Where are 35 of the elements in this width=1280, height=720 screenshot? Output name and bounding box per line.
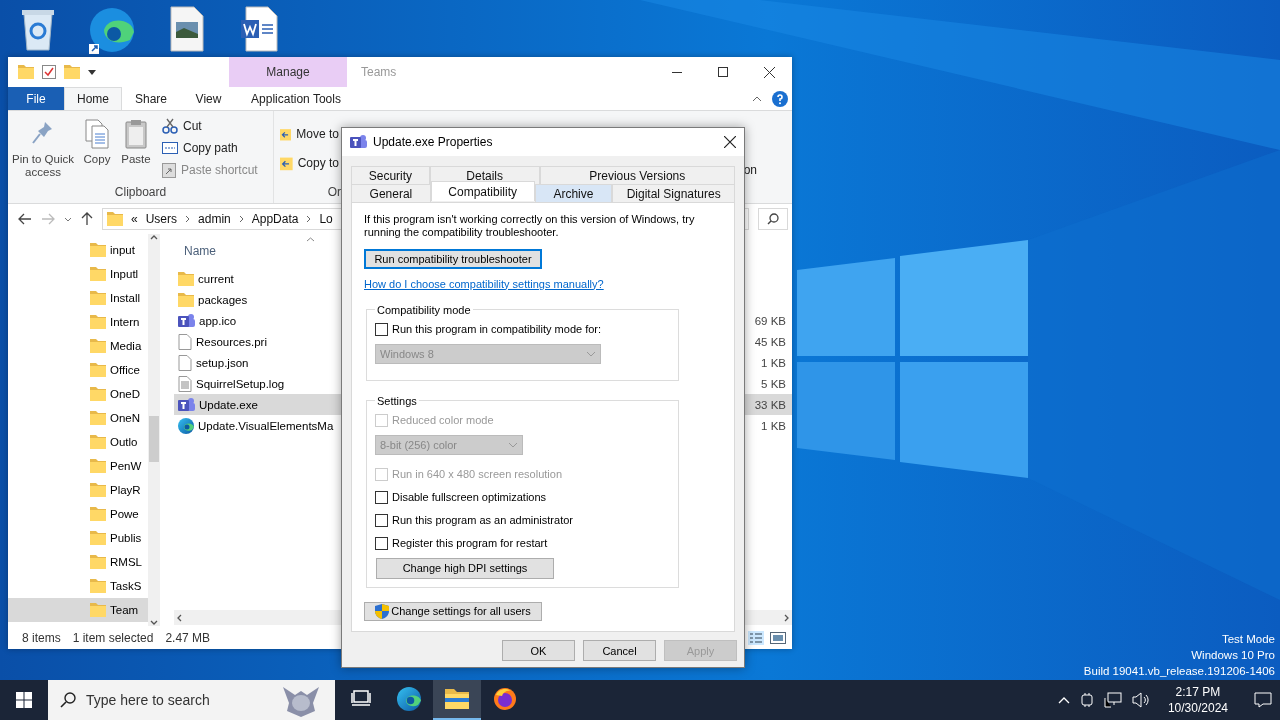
file-name: Update.VisualElementsMa (198, 419, 334, 432)
file-name: current (198, 272, 234, 285)
file-name: app.ico (199, 314, 237, 327)
file-name: Resources.pri (196, 335, 267, 348)
group-label: Or (326, 185, 341, 201)
group-label: Compatibility mode (376, 303, 472, 316)
status-text: 8 items (22, 630, 61, 645)
os-info-text: Build 19041.vb_release.191206-1406 (1083, 664, 1275, 679)
intro-text: If this program isn't working correctly on this version of Windows, try running the compatibility troubleshooter. (364, 213, 696, 239)
checkbox-label: Reduced color mode (392, 414, 494, 427)
checkbox-label: Run this program in compatibility mode for: (392, 323, 602, 336)
file-size: 5 KB (761, 377, 786, 390)
status-text: 1 item selected (72, 630, 154, 645)
os-info-text: Test Mode (1220, 632, 1275, 647)
file-name: Update.exe (199, 398, 258, 411)
dialog-title: Update.exe Properties (373, 135, 493, 149)
checkbox-label: Disable fullscreen optimizations (392, 491, 547, 504)
contextual-tab-header: Manage (229, 57, 347, 87)
group-label: Clipboard (113, 185, 168, 201)
file-size: 45 KB (754, 335, 786, 348)
os-info-text: Windows 10 Pro (1190, 648, 1275, 663)
file-name: packages (198, 293, 248, 306)
group-label: Settings (376, 394, 418, 407)
window-title: Teams (361, 64, 397, 81)
checkbox-label: Run this program as an administrator (392, 514, 573, 527)
file-size: 1 KB (761, 419, 786, 432)
checkbox-label: Register this program for restart (392, 537, 548, 550)
file-size: 33 KB (754, 398, 786, 411)
file-size: 69 KB (754, 314, 786, 327)
file-size: 1 KB (761, 356, 786, 369)
file-name: setup.json (196, 356, 249, 369)
checkbox-label: Run in 640 x 480 screen resolution (392, 468, 562, 481)
status-text: 2.47 MB (165, 630, 211, 645)
file-name: SquirrelSetup.log (196, 377, 285, 390)
search-placeholder: Type here to search (86, 692, 210, 708)
